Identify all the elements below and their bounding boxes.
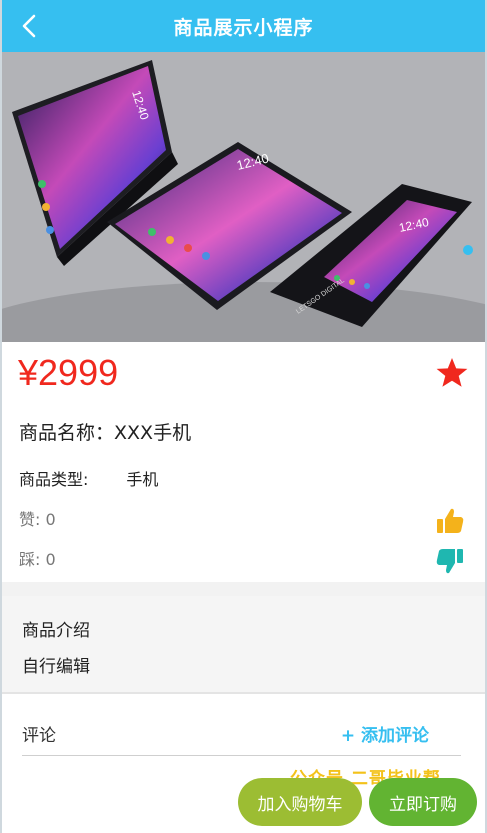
thumbs-up-icon[interactable]: [435, 506, 465, 536]
product-type-line: 商品类型: 手机: [19, 466, 158, 490]
dislike-label: 踩:: [19, 550, 41, 569]
section-divider: [2, 582, 485, 596]
product-name-line: 商品名称：XXX手机: [19, 418, 191, 445]
product-type-value: 手机: [126, 470, 159, 489]
chevron-left-icon: [22, 14, 36, 38]
navigation-bar: 商品展示小程序: [2, 0, 485, 52]
favorite-star-icon[interactable]: [435, 356, 469, 390]
comment-header: 评论 + 添加评论: [22, 720, 461, 756]
product-name-label: 商品名称：: [19, 422, 115, 444]
add-to-cart-button[interactable]: 加入购物车: [238, 778, 362, 826]
buy-now-button[interactable]: 立即订购: [369, 778, 477, 826]
page-title: 商品展示小程序: [173, 16, 314, 39]
intro-content: 自行编辑: [22, 657, 90, 677]
like-row: 赞: 0: [19, 506, 465, 536]
carousel-indicator-dot[interactable]: [463, 245, 473, 255]
product-price: ¥2999: [18, 352, 119, 393]
dislike-count: 0: [45, 550, 56, 569]
like-count: 0: [45, 510, 56, 529]
back-button[interactable]: [16, 12, 42, 40]
product-type-label: 商品类型:: [19, 470, 89, 489]
add-comment-button[interactable]: + 添加评论: [341, 721, 429, 746]
like-label: 赞:: [19, 510, 41, 529]
dislike-row: 踩: 0: [19, 546, 465, 576]
product-image-carousel[interactable]: 12:40 12:40 12:40 LETSGO DIGITAL: [2, 52, 485, 342]
thumbs-down-icon[interactable]: [435, 546, 465, 576]
intro-title: 商品介绍: [22, 621, 90, 641]
product-photo: 12:40 12:40 12:40 LETSGO DIGITAL: [2, 52, 485, 342]
comment-label: 评论: [22, 726, 56, 746]
price-row: ¥2999: [18, 350, 469, 396]
product-name-value: XXX手机: [114, 422, 192, 444]
app-frame: 商品展示小程序 12:40 12:40 12:40 LETSGO DIGITAL…: [0, 0, 487, 833]
product-intro-section: 商品介绍 自行编辑: [2, 596, 485, 694]
